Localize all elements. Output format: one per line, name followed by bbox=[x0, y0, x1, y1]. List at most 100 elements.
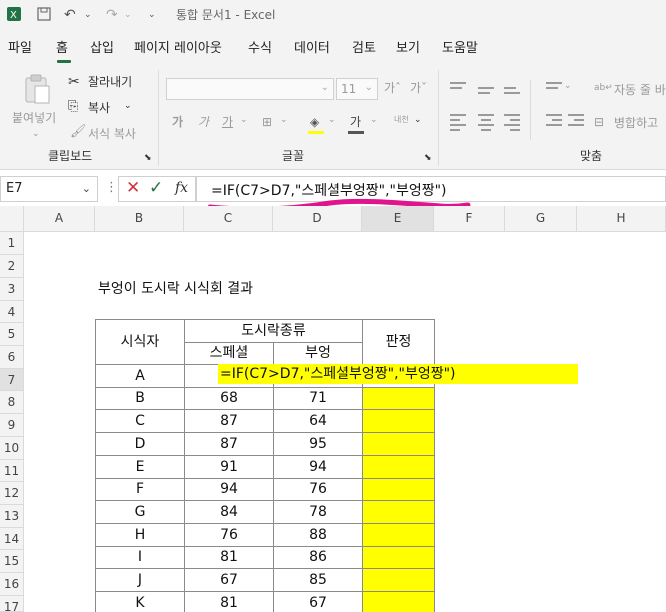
taster-cell[interactable]: F bbox=[95, 478, 185, 501]
owl-score-cell[interactable]: 71 bbox=[273, 387, 363, 410]
tab-home[interactable]: 홈 bbox=[56, 40, 68, 58]
clipboard-launcher-icon[interactable]: ⬊ bbox=[144, 150, 152, 166]
row-header[interactable]: 13 bbox=[0, 505, 24, 528]
paste-button[interactable]: 붙여넣기 bbox=[12, 110, 56, 126]
align-middle-icon[interactable] bbox=[478, 82, 494, 97]
tab-view[interactable]: 보기 bbox=[396, 40, 420, 58]
owl-score-cell[interactable]: 78 bbox=[273, 500, 363, 524]
name-box[interactable]: E7 ⌄ bbox=[0, 176, 98, 202]
cut-icon[interactable]: ✂ bbox=[68, 74, 80, 90]
phonetic-dropdown-icon[interactable]: ⌄ bbox=[414, 112, 422, 128]
owl-score-cell[interactable]: 67 bbox=[273, 591, 363, 612]
special-score-cell[interactable]: 84 bbox=[184, 500, 274, 524]
border-icon[interactable]: ⊞ bbox=[262, 114, 272, 130]
taster-cell[interactable]: G bbox=[95, 500, 185, 524]
row-header[interactable]: 9 bbox=[0, 414, 24, 437]
row-header[interactable]: 8 bbox=[0, 391, 24, 414]
row-header[interactable]: 3 bbox=[0, 278, 24, 301]
row-header[interactable]: 14 bbox=[0, 528, 24, 550]
row-header[interactable]: 11 bbox=[0, 460, 24, 482]
row-header[interactable]: 1 bbox=[0, 232, 24, 255]
paste-icon[interactable] bbox=[22, 74, 52, 110]
tab-page-layout[interactable]: 페이지 레이아웃 bbox=[134, 40, 222, 58]
tab-insert[interactable]: 삽입 bbox=[90, 40, 114, 58]
column-header[interactable]: F bbox=[434, 206, 505, 232]
increase-font-size-icon[interactable]: 가ˆ bbox=[384, 80, 401, 96]
taster-cell[interactable]: I bbox=[95, 546, 185, 569]
italic-icon[interactable]: 가 bbox=[198, 114, 209, 130]
format-painter-button[interactable]: 서식 복사 bbox=[88, 126, 136, 142]
row-header[interactable]: 16 bbox=[0, 573, 24, 596]
column-header[interactable]: D bbox=[273, 206, 362, 232]
align-bottom-icon[interactable] bbox=[504, 82, 520, 97]
verdict-cell[interactable] bbox=[362, 546, 435, 569]
verdict-cell[interactable] bbox=[362, 478, 435, 501]
align-center-icon[interactable] bbox=[478, 114, 494, 134]
special-score-cell[interactable]: 81 bbox=[184, 591, 274, 612]
column-header[interactable]: A bbox=[24, 206, 95, 232]
insert-function-icon[interactable]: fx bbox=[175, 180, 188, 196]
special-score-cell[interactable]: 87 bbox=[184, 409, 274, 433]
underline-icon[interactable]: 가 bbox=[222, 114, 233, 130]
tab-formulas[interactable]: 수식 bbox=[248, 40, 272, 58]
special-score-cell[interactable]: 68 bbox=[184, 387, 274, 410]
column-header[interactable]: E bbox=[362, 206, 434, 232]
row-header[interactable]: 12 bbox=[0, 482, 24, 505]
decrease-indent-icon[interactable] bbox=[546, 114, 562, 129]
font-launcher-icon[interactable]: ⬊ bbox=[424, 150, 432, 166]
select-all-corner[interactable] bbox=[0, 206, 24, 232]
copy-button[interactable]: 복사 bbox=[88, 100, 110, 116]
verdict-cell[interactable] bbox=[362, 591, 435, 612]
verdict-cell[interactable] bbox=[362, 500, 435, 524]
column-header[interactable]: G bbox=[505, 206, 577, 232]
taster-cell[interactable]: C bbox=[95, 409, 185, 433]
verdict-cell[interactable] bbox=[362, 432, 435, 456]
more-options-icon[interactable]: ⋮ bbox=[105, 180, 118, 195]
save-icon[interactable] bbox=[36, 6, 52, 24]
row-header[interactable]: 7 bbox=[0, 369, 24, 391]
header-special[interactable]: 스페셜 bbox=[184, 342, 274, 365]
owl-score-cell[interactable]: 85 bbox=[273, 568, 363, 592]
row-header[interactable]: 4 bbox=[0, 301, 24, 323]
align-right-icon[interactable] bbox=[504, 114, 520, 134]
taster-cell[interactable]: D bbox=[95, 432, 185, 456]
undo-dropdown-icon[interactable]: ⌄ bbox=[84, 6, 92, 24]
orientation-dropdown-icon[interactable]: ⌄ bbox=[564, 78, 572, 94]
row-header[interactable]: 17 bbox=[0, 596, 24, 612]
fill-color-icon[interactable]: ◈ bbox=[310, 114, 319, 130]
font-name-combo[interactable]: ⌄ bbox=[166, 78, 334, 100]
font-size-combo[interactable]: 11 ⌄ bbox=[336, 78, 378, 100]
copy-icon[interactable]: ⎘ bbox=[68, 99, 78, 115]
taster-cell[interactable]: A bbox=[95, 364, 185, 388]
increase-indent-icon[interactable] bbox=[568, 114, 584, 129]
bold-icon[interactable]: 가 bbox=[172, 114, 183, 130]
taster-cell[interactable]: H bbox=[95, 523, 185, 547]
header-owl[interactable]: 부엉 bbox=[273, 342, 363, 365]
cut-button[interactable]: 잘라내기 bbox=[88, 74, 132, 90]
fill-color-dropdown-icon[interactable]: ⌄ bbox=[328, 112, 336, 128]
owl-score-cell[interactable]: 76 bbox=[273, 478, 363, 501]
row-header[interactable]: 10 bbox=[0, 437, 24, 460]
phonetic-guide-icon[interactable]: 내천 bbox=[394, 112, 409, 128]
taster-cell[interactable]: E bbox=[95, 455, 185, 479]
tab-data[interactable]: 데이터 bbox=[294, 40, 330, 58]
tab-file[interactable]: 파일 bbox=[8, 40, 32, 58]
special-score-cell[interactable]: 87 bbox=[184, 432, 274, 456]
redo-icon[interactable]: ↷ bbox=[106, 6, 118, 24]
special-score-cell[interactable]: 91 bbox=[184, 455, 274, 479]
header-lunchbox-type[interactable]: 도시락종류 bbox=[184, 319, 363, 343]
copy-dropdown-icon[interactable]: ⌄ bbox=[124, 98, 132, 114]
special-score-cell[interactable]: 94 bbox=[184, 478, 274, 501]
special-score-cell[interactable]: 67 bbox=[184, 568, 274, 592]
verdict-cell[interactable] bbox=[362, 387, 435, 410]
column-header[interactable]: H bbox=[577, 206, 666, 232]
row-header[interactable]: 6 bbox=[0, 346, 24, 369]
column-header[interactable]: C bbox=[184, 206, 273, 232]
tab-review[interactable]: 검토 bbox=[352, 40, 376, 58]
cancel-icon[interactable]: ✕ bbox=[126, 178, 140, 198]
owl-score-cell[interactable]: 95 bbox=[273, 432, 363, 456]
decrease-font-size-icon[interactable]: 가ˇ bbox=[410, 80, 427, 96]
customize-toolbar-icon[interactable]: ⌄ bbox=[148, 6, 156, 24]
owl-score-cell[interactable]: 86 bbox=[273, 546, 363, 569]
wrap-text-button[interactable]: 자동 줄 바 bbox=[614, 82, 666, 98]
